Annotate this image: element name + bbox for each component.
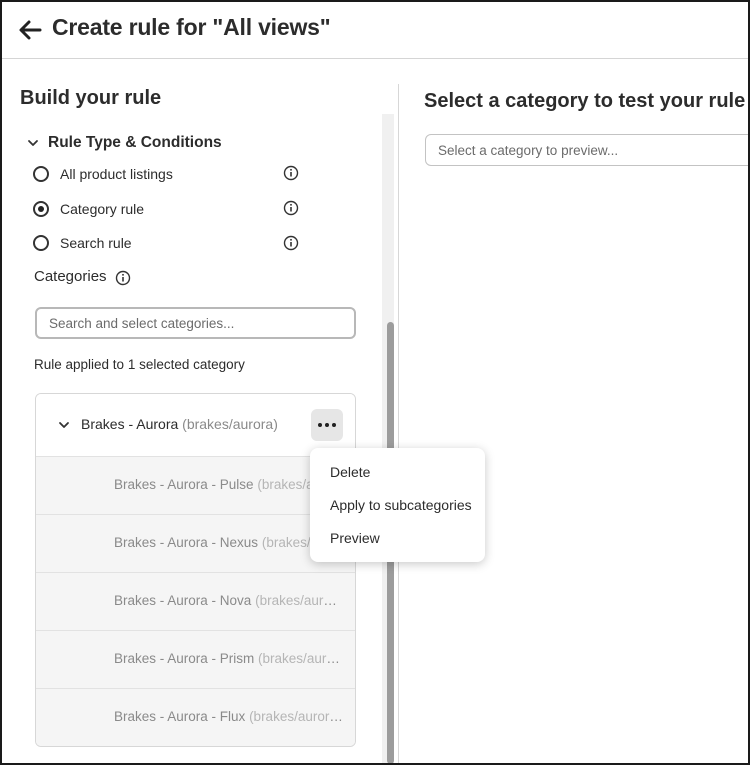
page-title: Create rule for "All views" bbox=[52, 14, 331, 40]
panel-divider bbox=[398, 84, 399, 763]
radio-button[interactable] bbox=[33, 235, 49, 251]
test-rule-title: Select a category to test your rule bbox=[424, 90, 746, 112]
category-parent-label: Brakes - Aurora (brakes/aurora) bbox=[81, 416, 278, 432]
radio-label: All product listings bbox=[60, 166, 173, 182]
more-horizontal-icon bbox=[318, 423, 322, 427]
subcategory-name: Brakes - Aurora - Pulse bbox=[114, 477, 254, 492]
more-dot bbox=[325, 423, 329, 427]
section-label: Rule Type & Conditions bbox=[48, 134, 222, 151]
subcategory-row[interactable]: Brakes - Aurora - Nexus (brakes/au bbox=[36, 514, 355, 572]
subcategory-path: (brakes/auror... bbox=[258, 651, 344, 666]
radio-search-rule[interactable]: Search rule bbox=[33, 233, 303, 253]
radio-label: Category rule bbox=[60, 201, 145, 217]
subcategory-row[interactable]: Brakes - Aurora - Flux (brakes/aurora... bbox=[36, 688, 355, 746]
radio-category-rule[interactable]: Category rule bbox=[33, 199, 303, 219]
subcategory-row[interactable]: Brakes - Aurora - Nova (brakes/auror... bbox=[36, 572, 355, 630]
menu-item-apply-to-subcategories[interactable]: Apply to subcategories bbox=[330, 497, 472, 513]
categories-label: Categories bbox=[34, 268, 107, 285]
subcategory-path: (brakes/auror... bbox=[255, 593, 344, 608]
category-path: (brakes/aurora) bbox=[182, 416, 278, 432]
info-icon[interactable] bbox=[283, 200, 299, 216]
chevron-down-icon bbox=[28, 140, 38, 146]
radio-all-product-listings[interactable]: All product listings bbox=[33, 164, 303, 184]
category-name: Brakes - Aurora bbox=[81, 416, 179, 432]
context-menu: Delete Apply to subcategories Preview bbox=[310, 448, 485, 562]
subcategory-label: Brakes - Aurora - Nova (brakes/auror... bbox=[114, 593, 344, 608]
subcategory-name: Brakes - Aurora - Nova bbox=[114, 593, 252, 608]
info-icon[interactable] bbox=[283, 165, 299, 181]
subcategory-path: (brakes/aurora... bbox=[249, 709, 344, 724]
chevron-down-icon[interactable] bbox=[57, 418, 71, 432]
more-dot bbox=[332, 423, 336, 427]
subcategory-label: Brakes - Aurora - Prism (brakes/auror... bbox=[114, 651, 344, 666]
subcategory-row[interactable]: Brakes - Aurora - Prism (brakes/auror... bbox=[36, 630, 355, 688]
app-window: Create rule for "All views" Build your r… bbox=[0, 0, 750, 765]
build-rule-title: Build your rule bbox=[20, 87, 162, 109]
category-tree: Brakes - Aurora (brakes/aurora) Brakes -… bbox=[35, 393, 356, 747]
subcategory-name: Brakes - Aurora - Flux bbox=[114, 709, 246, 724]
categories-search-input[interactable] bbox=[35, 307, 356, 339]
info-icon[interactable] bbox=[115, 270, 131, 286]
category-preview-select[interactable] bbox=[425, 134, 748, 166]
rule-type-section-toggle[interactable]: Rule Type & Conditions bbox=[26, 132, 222, 154]
subcategory-name: Brakes - Aurora - Prism bbox=[114, 651, 255, 666]
subcategory-label: Brakes - Aurora - Flux (brakes/aurora... bbox=[114, 709, 344, 724]
radio-button-selected[interactable] bbox=[33, 201, 49, 217]
more-actions-button[interactable] bbox=[311, 409, 343, 441]
menu-item-delete[interactable]: Delete bbox=[330, 464, 370, 480]
applied-count-text: Rule applied to 1 selected category bbox=[34, 357, 245, 372]
arrow-left-icon[interactable] bbox=[16, 16, 44, 44]
radio-label: Search rule bbox=[60, 235, 132, 251]
category-parent-row: Brakes - Aurora (brakes/aurora) bbox=[36, 394, 355, 456]
subcategory-name: Brakes - Aurora - Nexus bbox=[114, 535, 259, 550]
menu-item-preview[interactable]: Preview bbox=[330, 530, 380, 546]
page-header: Create rule for "All views" bbox=[2, 2, 748, 59]
info-icon[interactable] bbox=[283, 235, 299, 251]
subcategory-row[interactable]: Brakes - Aurora - Pulse (brakes/au bbox=[36, 456, 355, 514]
radio-button[interactable] bbox=[33, 166, 49, 182]
